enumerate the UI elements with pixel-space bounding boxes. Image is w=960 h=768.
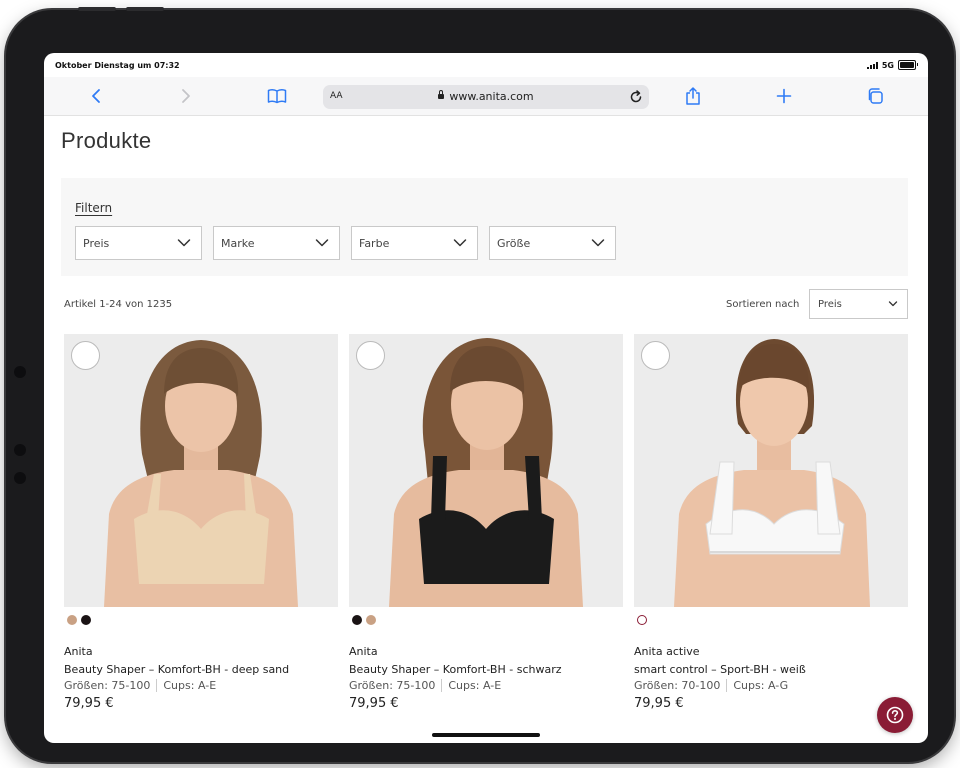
chevron-down-icon xyxy=(591,239,605,247)
cup-range: Cups: A-E xyxy=(448,679,502,692)
fit-badge-icon xyxy=(641,341,670,370)
size-range: Größen: 75-100 xyxy=(64,679,151,692)
product-card[interactable]: Anita Beauty Shaper – Komfort-BH - schwa… xyxy=(349,334,623,711)
product-price: 79,95 € xyxy=(349,696,399,711)
home-indicator xyxy=(432,733,540,737)
plus-icon xyxy=(776,88,792,104)
filter-price-dropdown[interactable]: Preis xyxy=(75,226,202,260)
size-range: Größen: 70-100 xyxy=(634,679,721,692)
address-bar[interactable]: AA www.anita.com xyxy=(323,85,649,109)
color-swatches xyxy=(637,615,647,625)
product-name[interactable]: Beauty Shaper – Komfort-BH - deep sand xyxy=(64,663,289,676)
signal-icon xyxy=(866,61,878,69)
status-time: Oktober Dienstag um 07:32 xyxy=(55,61,180,70)
cup-range: Cups: A-G xyxy=(733,679,789,692)
url-display[interactable]: www.anita.com xyxy=(323,90,649,103)
product-brand: Anita xyxy=(64,645,93,658)
share-icon xyxy=(686,87,700,105)
product-sizes: Größen: 75-100 Cups: A-E xyxy=(349,679,501,692)
status-bar: Oktober Dienstag um 07:32 5G xyxy=(44,53,928,77)
camera-dot xyxy=(14,366,26,378)
color-swatches xyxy=(67,615,91,625)
chevron-down-icon xyxy=(177,239,191,247)
chevron-down-icon xyxy=(315,239,329,247)
fit-badge-icon xyxy=(356,341,385,370)
product-sizes: Größen: 70-100 Cups: A-G xyxy=(634,679,788,692)
sort-value: Preis xyxy=(818,298,842,310)
url-text: www.anita.com xyxy=(449,90,534,103)
color-swatch[interactable] xyxy=(81,615,91,625)
color-swatch[interactable] xyxy=(366,615,376,625)
question-icon xyxy=(886,706,904,724)
back-button[interactable] xyxy=(85,85,107,107)
color-swatch[interactable] xyxy=(352,615,362,625)
status-indicators: 5G xyxy=(866,60,918,70)
color-swatch[interactable] xyxy=(67,615,77,625)
page-title: Produkte xyxy=(61,128,152,153)
reload-button[interactable] xyxy=(628,89,644,108)
product-sizes: Größen: 75-100 Cups: A-E xyxy=(64,679,216,692)
size-range: Größen: 75-100 xyxy=(349,679,436,692)
product-image[interactable] xyxy=(349,334,623,607)
product-card[interactable]: Anita active smart control – Sport-BH - … xyxy=(634,334,908,711)
product-brand: Anita xyxy=(349,645,378,658)
chevron-down-icon xyxy=(453,239,467,247)
filter-size-dropdown[interactable]: Größe xyxy=(489,226,616,260)
color-swatch[interactable] xyxy=(637,615,647,625)
model-illustration xyxy=(389,338,583,607)
forward-button[interactable] xyxy=(175,85,197,107)
help-button[interactable] xyxy=(877,697,913,733)
sort-dropdown[interactable]: Preis xyxy=(809,289,908,319)
product-name[interactable]: Beauty Shaper – Komfort-BH - schwarz xyxy=(349,663,562,676)
book-icon xyxy=(267,89,287,104)
battery-icon xyxy=(898,60,918,70)
product-brand: Anita active xyxy=(634,645,700,658)
camera-dot xyxy=(14,444,26,456)
dropdown-label: Preis xyxy=(83,236,110,250)
bookmarks-button[interactable] xyxy=(266,85,288,107)
dropdown-label: Marke xyxy=(221,236,255,250)
lock-icon xyxy=(438,90,445,99)
product-card[interactable]: Anita Beauty Shaper – Komfort-BH - deep … xyxy=(64,334,338,711)
reload-icon xyxy=(630,90,642,103)
tabs-icon xyxy=(868,88,883,104)
cup-range: Cups: A-E xyxy=(163,679,217,692)
dropdown-label: Größe xyxy=(497,236,531,250)
filter-color-dropdown[interactable]: Farbe xyxy=(351,226,478,260)
new-tab-button[interactable] xyxy=(773,85,795,107)
product-listing-page: Produkte Filtern Preis Marke Farbe Größe xyxy=(44,116,928,743)
product-image[interactable] xyxy=(634,334,908,607)
filter-brand-dropdown[interactable]: Marke xyxy=(213,226,340,260)
article-count: Artikel 1-24 von 1235 xyxy=(64,299,173,310)
model-illustration xyxy=(674,339,870,607)
volume-button xyxy=(126,7,164,11)
product-price: 79,95 € xyxy=(634,696,684,711)
camera-dot xyxy=(14,472,26,484)
filter-panel: Filtern Preis Marke Farbe Größe xyxy=(61,178,908,276)
chevron-left-icon xyxy=(92,89,100,103)
filter-link[interactable]: Filtern xyxy=(75,201,112,215)
tablet-frame: Oktober Dienstag um 07:32 5G AA www.anit… xyxy=(6,7,954,762)
screen: Oktober Dienstag um 07:32 5G AA www.anit… xyxy=(44,53,928,743)
fit-badge-icon xyxy=(71,341,100,370)
network-label: 5G xyxy=(881,60,894,70)
dropdown-label: Farbe xyxy=(359,236,390,250)
browser-toolbar: AA www.anita.com xyxy=(44,77,928,116)
chevron-down-icon xyxy=(888,301,898,307)
volume-button xyxy=(78,7,116,11)
share-button[interactable] xyxy=(682,85,704,107)
sort-label: Sortieren nach xyxy=(726,299,800,310)
tabs-button[interactable] xyxy=(864,85,886,107)
product-image[interactable] xyxy=(64,334,338,607)
product-name[interactable]: smart control – Sport-BH - weiß xyxy=(634,663,806,676)
product-price: 79,95 € xyxy=(64,696,114,711)
chevron-right-icon xyxy=(182,89,190,103)
color-swatches xyxy=(352,615,376,625)
model-illustration xyxy=(104,340,298,607)
